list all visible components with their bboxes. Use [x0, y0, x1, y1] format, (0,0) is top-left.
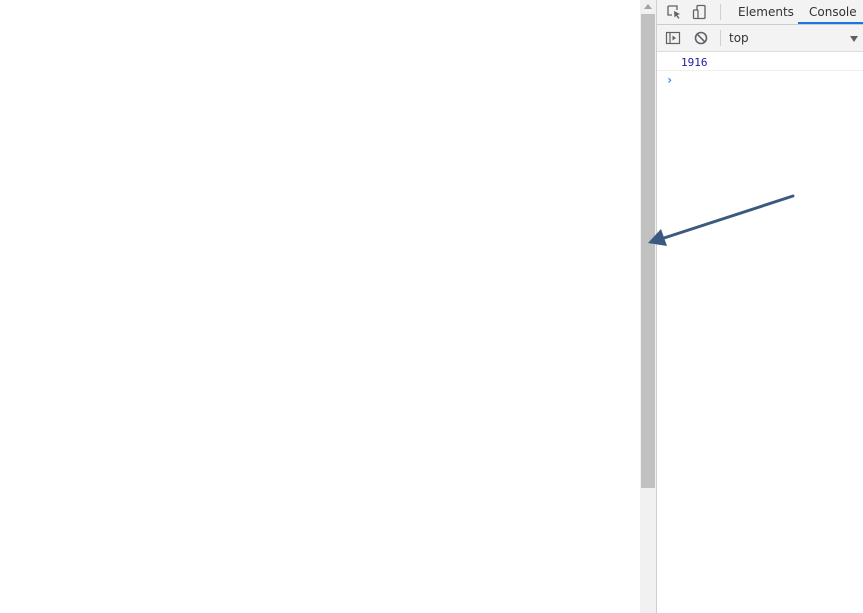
context-selector[interactable]: top [729, 31, 749, 45]
inspect-element-icon[interactable] [665, 3, 683, 21]
tab-bar-separator [720, 4, 721, 20]
show-console-sidebar-icon[interactable] [664, 29, 682, 47]
devtools-panel: Elements Console top 1916 › [656, 0, 863, 613]
device-toolbar-icon[interactable] [691, 3, 709, 21]
console-prompt-chevron-icon[interactable]: › [666, 73, 673, 87]
console-toolbar: top [657, 25, 863, 52]
tab-elements[interactable]: Elements [738, 0, 794, 24]
scrollbar-thumb[interactable] [641, 14, 655, 488]
vertical-scrollbar[interactable] [640, 0, 656, 613]
tab-console[interactable]: Console [798, 0, 863, 24]
devtools-tab-bar: Elements Console [657, 0, 863, 25]
clear-console-icon[interactable] [692, 29, 710, 47]
chevron-down-icon[interactable] [850, 36, 858, 42]
console-output-value: 1916 [681, 56, 708, 69]
console-message: 1916 [657, 53, 863, 71]
page-viewport [0, 0, 640, 613]
scroll-up-arrow-icon[interactable] [644, 4, 652, 9]
toolbar-separator [720, 30, 721, 46]
